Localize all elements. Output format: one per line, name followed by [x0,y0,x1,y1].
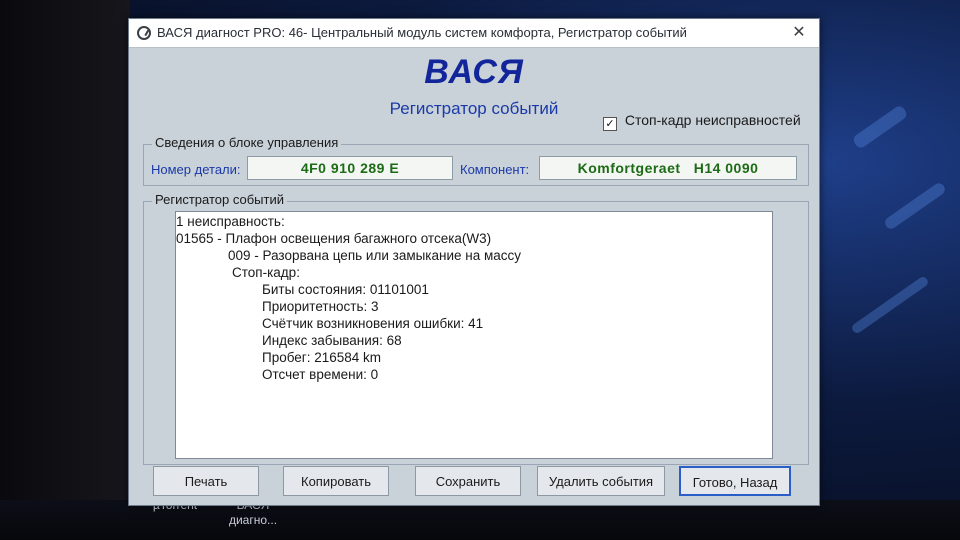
print-button[interactable]: Печать [153,466,259,496]
log-line: Приоритетность: 3 [262,299,379,314]
close-button[interactable]: ✕ [783,21,815,45]
part-number-label: Номер детали: [151,162,241,177]
copy-button[interactable]: Копировать [283,466,389,496]
save-button[interactable]: Сохранить [415,466,521,496]
done-back-button[interactable]: Готово, Назад [679,466,791,496]
log-line: Отсчет времени: 0 [262,367,379,382]
stopframe-checkbox[interactable]: ✓ [603,117,617,131]
log-line: Пробег: 216584 km [262,350,382,365]
stopframe-checkbox-row[interactable]: ✓ Стоп-кадр неисправностей [603,112,801,131]
wallpaper-streak [851,104,909,150]
part-number-field: 4F0 910 289 E [247,156,453,180]
event-log-textbox[interactable]: 1 неисправность: 01565 - Плафон освещени… [175,211,773,459]
window-title: ВАСЯ диагност PRO: 46- Центральный модул… [157,25,687,40]
desktop-shortcut-label: диагно... [228,513,278,527]
log-line: Биты состояния: 01101001 [262,282,429,297]
log-line: Стоп-кадр: [232,265,300,280]
log-line: Индекс забывания: 68 [262,333,402,348]
module-info-title: Сведения о блоке управления [152,135,342,150]
delete-events-button[interactable]: Удалить события [537,466,665,496]
component-field: Komfortgeraet H14 0090 [539,156,797,180]
log-line: Счётчик возникновения ошибки: 41 [262,316,484,331]
app-window: ВАСЯ диагност PRO: 46- Центральный модул… [128,18,820,506]
log-line: 1 неисправность: [176,214,285,229]
brand-logo-text: ВАСЯ [424,53,524,91]
desktop-left-area [0,0,130,540]
app-icon [137,26,151,40]
log-line: 01565 - Плафон освещения багажного отсек… [176,231,492,246]
wallpaper-streak [882,181,948,231]
title-bar[interactable]: ВАСЯ диагност PRO: 46- Центральный модул… [129,19,819,48]
component-label: Компонент: [460,162,530,177]
log-line: 009 - Разорвана цепь или замыкание на ма… [228,248,522,263]
event-log-title: Регистратор событий [152,192,287,207]
stopframe-label: Стоп-кадр неисправностей [624,112,801,128]
wallpaper-streak [850,275,930,335]
